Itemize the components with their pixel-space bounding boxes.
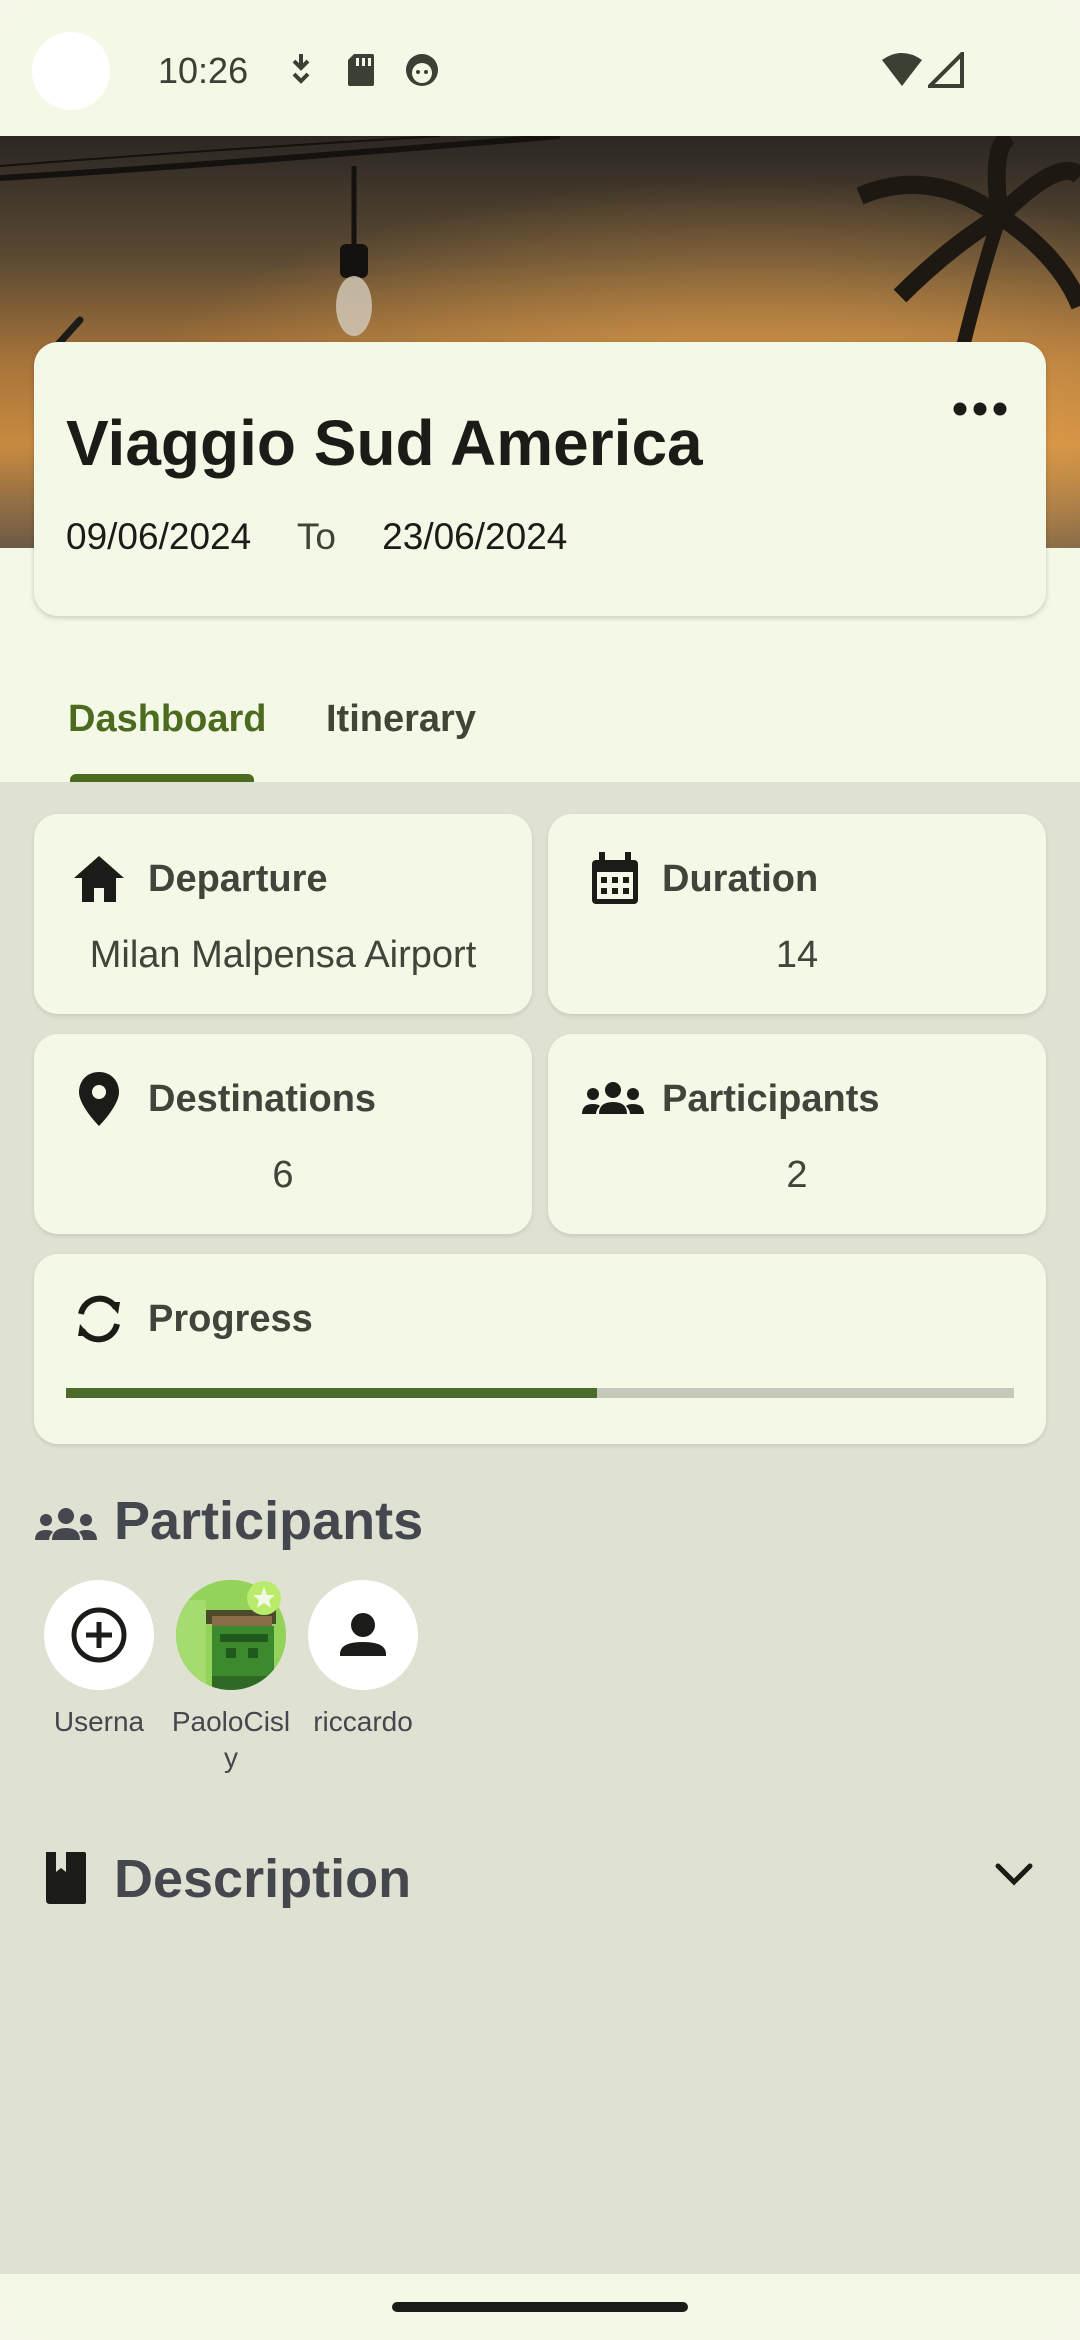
participants-card: Participants 2 [548, 1034, 1046, 1234]
gesture-nav-bar [0, 2274, 1080, 2340]
tab-indicator [70, 774, 254, 782]
dashboard-content: Departure Milan Malpensa Airport Duratio… [0, 782, 1080, 2274]
departure-label: Departure [148, 858, 328, 900]
face-icon [406, 54, 438, 86]
avatar[interactable] [308, 1580, 418, 1690]
destinations-value: 6 [272, 1154, 294, 1196]
status-bar: 10:26 [0, 0, 1080, 136]
progress-card: Progress [34, 1254, 1046, 1444]
calendar-icon [592, 852, 638, 904]
duration-card: Duration 14 [548, 814, 1046, 1014]
more-horizontal-icon[interactable] [952, 394, 1008, 424]
participants-value: 2 [786, 1154, 808, 1196]
status-time: 10:26 [158, 50, 249, 91]
start-date: 09/06/2024 [66, 516, 252, 557]
sd-card-icon [348, 54, 374, 86]
tab-dashboard[interactable]: Dashboard [68, 698, 266, 741]
duration-value: 14 [775, 934, 819, 976]
person-icon [340, 1613, 386, 1656]
destinations-card: Destinations 6 [34, 1034, 532, 1234]
participant-name: riccardo [313, 1706, 413, 1737]
download-icon [292, 54, 310, 84]
trip-dates: 09/06/2024 To 23/06/2024 [66, 516, 603, 558]
destinations-label: Destinations [148, 1078, 377, 1120]
end-date: 23/06/2024 [382, 516, 568, 557]
departure-value: Milan Malpensa Airport [89, 934, 477, 976]
trip-title: Viaggio Sud America [66, 407, 703, 479]
location-pin-icon [79, 1072, 119, 1126]
participants-label: Participants [662, 1078, 880, 1120]
star-badge-icon [247, 1581, 281, 1615]
progress-bar-fill [66, 1388, 597, 1398]
add-circle-icon [71, 1607, 127, 1663]
departure-card: Departure Milan Malpensa Airport [34, 814, 532, 1014]
tab-bar: Dashboard Itinerary [0, 648, 1080, 782]
trip-header-card: Viaggio Sud America 09/06/2024 To 23/06/… [34, 342, 1046, 616]
participant-name: Userna [53, 1706, 145, 1737]
duration-label: Duration [662, 858, 819, 900]
participant-riccardo[interactable]: riccardo [298, 1580, 428, 1740]
wifi-icon [882, 53, 922, 86]
description-section-title: Description [114, 1849, 412, 1909]
home-indicator[interactable] [392, 2302, 688, 2312]
participant-name: PaoloCisly [171, 1706, 291, 1773]
group-icon [35, 1508, 97, 1540]
signal-icon [928, 52, 964, 88]
progress-bar [66, 1388, 1014, 1398]
progress-label: Progress [148, 1298, 313, 1340]
book-icon [46, 1852, 86, 1904]
chevron-down-icon[interactable] [994, 1860, 1034, 1890]
camera-cutout [32, 32, 110, 110]
avatar[interactable] [44, 1580, 154, 1690]
group-icon [582, 1082, 644, 1114]
tab-itinerary[interactable]: Itinerary [326, 698, 476, 741]
participant-paolocisly[interactable]: PaoloCisly [166, 1580, 296, 1776]
participant-add[interactable]: Userna [34, 1580, 164, 1740]
home-icon [74, 856, 124, 902]
participants-section-title: Participants [114, 1491, 424, 1551]
sync-icon [78, 1295, 120, 1343]
app-screen: 10:26 Viaggio Sud America 09/06/2024 To … [0, 0, 1080, 2340]
to-label: To [296, 516, 336, 557]
